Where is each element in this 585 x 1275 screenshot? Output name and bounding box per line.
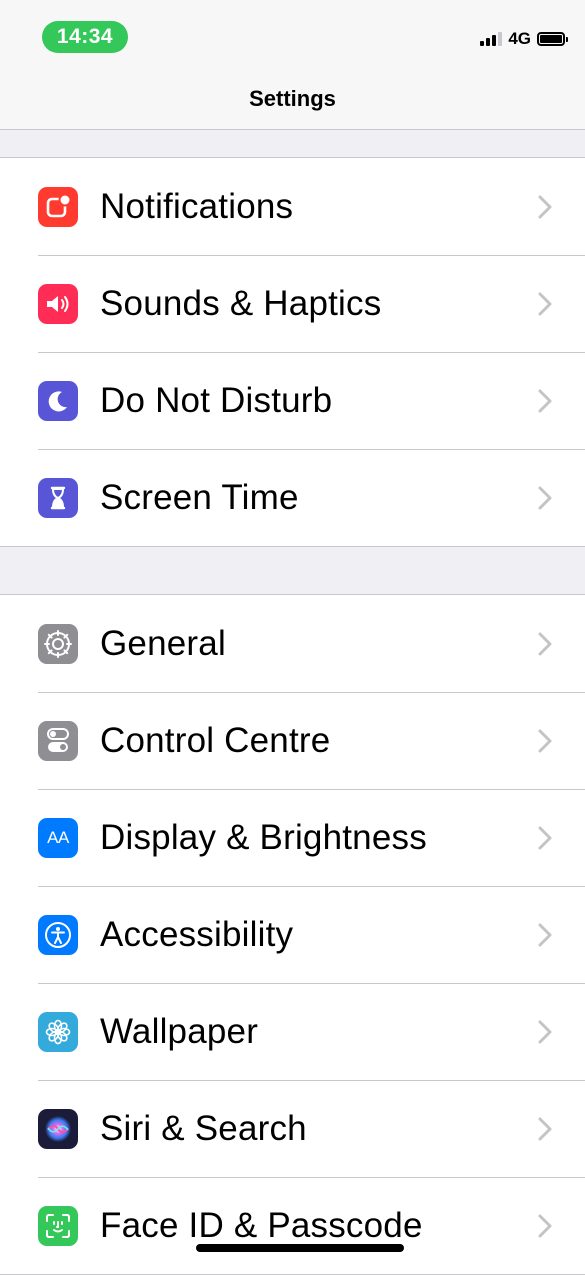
status-bar: 14:34 4G bbox=[0, 0, 585, 72]
hourglass-icon bbox=[38, 477, 78, 518]
settings-row-sounds-haptics[interactable]: Sounds & Haptics bbox=[0, 255, 585, 352]
moon-icon bbox=[38, 380, 78, 421]
chevron-right-icon bbox=[538, 1214, 552, 1237]
chevron-right-icon bbox=[538, 195, 552, 218]
settings-row-general[interactable]: General bbox=[0, 595, 585, 692]
battery-icon bbox=[537, 32, 568, 46]
chevron-right-icon bbox=[538, 923, 552, 946]
chevron-right-icon bbox=[538, 486, 552, 509]
settings-row-display-brightness[interactable]: AA Display & Brightness bbox=[0, 789, 585, 886]
home-indicator[interactable] bbox=[196, 1244, 404, 1252]
network-type: 4G bbox=[508, 29, 531, 48]
status-time[interactable]: 14:34 bbox=[42, 21, 128, 53]
chevron-right-icon bbox=[538, 389, 552, 412]
toggles-icon bbox=[38, 720, 78, 761]
row-label: Sounds & Haptics bbox=[100, 283, 382, 323]
row-label: Notifications bbox=[100, 186, 294, 226]
status-indicators: 4G bbox=[480, 29, 568, 49]
settings-row-notifications[interactable]: Notifications bbox=[0, 158, 585, 255]
face-id-icon bbox=[38, 1205, 78, 1246]
page-title: Settings bbox=[249, 86, 336, 111]
chevron-right-icon bbox=[538, 1020, 552, 1043]
accessibility-icon bbox=[38, 914, 78, 955]
gear-icon bbox=[38, 623, 78, 664]
cellular-signal-icon bbox=[480, 32, 503, 46]
settings-row-wallpaper[interactable]: Wallpaper bbox=[0, 983, 585, 1080]
settings-row-control-centre[interactable]: Control Centre bbox=[0, 692, 585, 789]
chevron-right-icon bbox=[538, 632, 552, 655]
chevron-right-icon bbox=[538, 1117, 552, 1140]
settings-row-face-id-passcode[interactable]: Face ID & Passcode bbox=[0, 1177, 585, 1274]
siri-icon bbox=[38, 1108, 78, 1149]
settings-group-2: General Control Centre AA Display & Brig… bbox=[0, 594, 585, 1275]
row-label: Accessibility bbox=[100, 914, 294, 954]
settings-group-1: Notifications Sounds & Haptics Do Not Di… bbox=[0, 157, 585, 547]
speaker-icon bbox=[38, 283, 78, 324]
row-label: General bbox=[100, 623, 226, 663]
row-label: Siri & Search bbox=[100, 1108, 307, 1148]
notifications-icon bbox=[38, 186, 78, 227]
settings-row-do-not-disturb[interactable]: Do Not Disturb bbox=[0, 352, 585, 449]
row-label: Display & Brightness bbox=[100, 817, 427, 857]
row-label: Face ID & Passcode bbox=[100, 1205, 423, 1245]
text-size-glyph: AA bbox=[47, 827, 69, 847]
settings-row-accessibility[interactable]: Accessibility bbox=[0, 886, 585, 983]
row-label: Screen Time bbox=[100, 477, 299, 517]
settings-row-screen-time[interactable]: Screen Time bbox=[0, 449, 585, 546]
settings-row-siri-search[interactable]: Siri & Search bbox=[0, 1080, 585, 1177]
chevron-right-icon bbox=[538, 292, 552, 315]
chevron-right-icon bbox=[538, 729, 552, 752]
row-label: Control Centre bbox=[100, 720, 331, 760]
row-label: Wallpaper bbox=[100, 1011, 259, 1051]
text-size-icon: AA bbox=[38, 817, 78, 858]
row-label: Do Not Disturb bbox=[100, 380, 333, 420]
chevron-right-icon bbox=[538, 826, 552, 849]
navigation-bar: Settings bbox=[0, 72, 585, 130]
flower-icon bbox=[38, 1011, 78, 1052]
